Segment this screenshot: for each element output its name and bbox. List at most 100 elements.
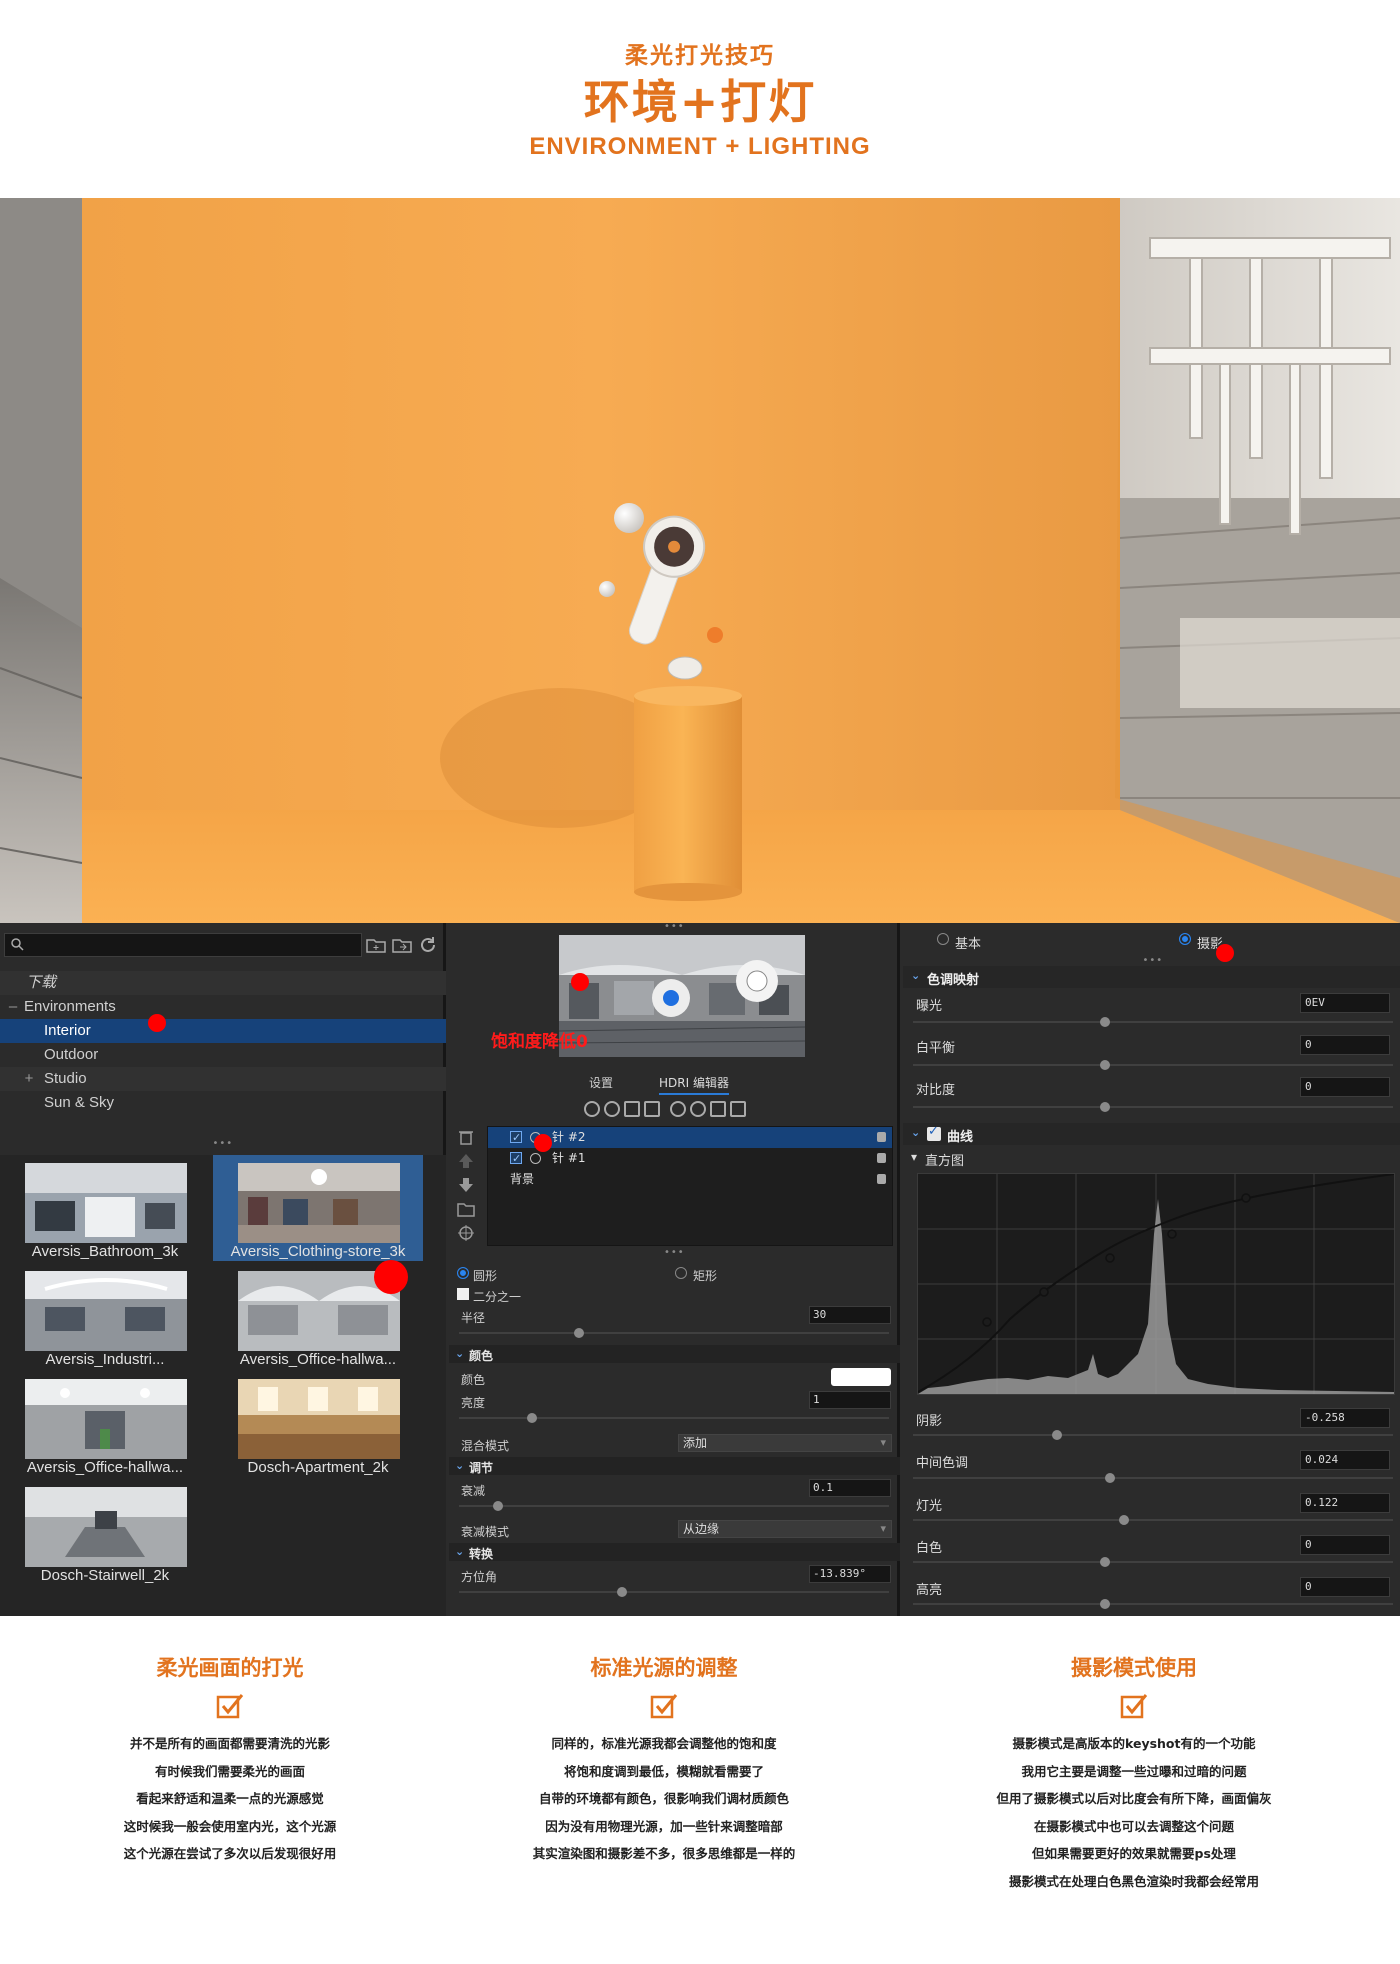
page-header: 柔光打光技巧 环境+打灯 ENVIRONMENT + LIGHTING bbox=[0, 0, 1400, 198]
section-curves[interactable]: ⌄ 曲线 bbox=[903, 1123, 1400, 1145]
sun-icon[interactable] bbox=[690, 1101, 706, 1117]
hdri-preview-image[interactable] bbox=[558, 935, 806, 1057]
section-transform[interactable]: ⌄ 转换 bbox=[449, 1543, 900, 1561]
falloff-input[interactable]: 0.1 bbox=[809, 1479, 891, 1497]
add-pin-icon[interactable] bbox=[584, 1101, 600, 1117]
thumbnail-item-selected[interactable]: Aversis_Clothing-store_3k bbox=[213, 1155, 423, 1261]
tab-settings[interactable]: 设置 bbox=[589, 1074, 613, 1091]
blend-mode-select[interactable]: 添加 bbox=[678, 1434, 892, 1452]
light-slider[interactable] bbox=[913, 1514, 1393, 1526]
midtones-slider[interactable] bbox=[913, 1472, 1393, 1484]
trash-icon[interactable] bbox=[457, 1128, 475, 1146]
expand-icon[interactable]: + bbox=[22, 1067, 36, 1091]
slider-track bbox=[459, 1332, 889, 1334]
slider-knob[interactable] bbox=[1100, 1557, 1110, 1567]
exposure-input[interactable]: 0EV bbox=[1300, 993, 1390, 1013]
falloff-mode-select[interactable]: 从边缘 bbox=[678, 1520, 892, 1538]
white-input[interactable]: 0 bbox=[1300, 1535, 1390, 1555]
target-icon[interactable] bbox=[457, 1224, 475, 1242]
search-input[interactable] bbox=[4, 933, 362, 957]
slider-knob[interactable] bbox=[1119, 1515, 1130, 1525]
rect-pin-icon[interactable] bbox=[624, 1101, 640, 1117]
thumbnail-item[interactable]: Dosch-Apartment_2k bbox=[213, 1371, 423, 1477]
half-checkbox[interactable] bbox=[457, 1288, 469, 1300]
pane-resize-grip[interactable]: ••• bbox=[664, 1248, 684, 1258]
visibility-checkbox[interactable] bbox=[510, 1148, 522, 1169]
white-balance-input[interactable]: 0 bbox=[1300, 1035, 1390, 1055]
slider-knob[interactable] bbox=[1100, 1102, 1110, 1112]
list-item[interactable]: 背景 bbox=[488, 1169, 892, 1190]
folder-add-icon[interactable] bbox=[366, 935, 386, 955]
pane-resize-grip[interactable]: ••• bbox=[213, 1139, 233, 1149]
brightness-slider[interactable] bbox=[459, 1412, 889, 1424]
thumbnail-item[interactable]: Aversis_Industri... bbox=[0, 1263, 210, 1369]
tree-item-environments[interactable]: – Environments bbox=[0, 995, 446, 1019]
thumbnail-item[interactable]: Dosch-Stairwell_2k bbox=[0, 1479, 210, 1585]
tree-item-outdoor[interactable]: Outdoor bbox=[0, 1043, 446, 1067]
highlight-slider[interactable] bbox=[913, 1598, 1393, 1610]
pin-icon[interactable] bbox=[604, 1101, 620, 1117]
slider-knob[interactable] bbox=[574, 1328, 585, 1338]
contrast-input[interactable]: 0 bbox=[1300, 1077, 1390, 1097]
section-color[interactable]: ⌄ 颜色 bbox=[449, 1345, 900, 1363]
radio-basic[interactable] bbox=[937, 933, 949, 945]
list-item[interactable]: 针 #1 bbox=[488, 1148, 892, 1169]
thumbnail-item[interactable]: Aversis_Office-hallwa... bbox=[0, 1371, 210, 1477]
midtones-input[interactable]: 0.024 bbox=[1300, 1450, 1390, 1470]
exposure-slider[interactable] bbox=[913, 1016, 1393, 1028]
slider-knob[interactable] bbox=[1100, 1017, 1110, 1027]
azimuth-slider[interactable] bbox=[459, 1586, 889, 1598]
tone-curve-graph[interactable] bbox=[917, 1173, 1395, 1395]
radio-rect[interactable] bbox=[675, 1267, 687, 1279]
highlight-input[interactable]: 0 bbox=[1300, 1577, 1390, 1597]
white-slider[interactable] bbox=[913, 1556, 1393, 1568]
move-down-icon[interactable] bbox=[457, 1176, 475, 1194]
lock-icon[interactable] bbox=[877, 1153, 886, 1163]
slider-knob[interactable] bbox=[1100, 1060, 1110, 1070]
azimuth-input[interactable]: -13.839° bbox=[809, 1565, 891, 1583]
slider-knob[interactable] bbox=[1104, 1473, 1115, 1483]
slider-knob[interactable] bbox=[617, 1587, 628, 1597]
tree-item-download[interactable]: 下载 bbox=[0, 971, 446, 995]
tree-item-studio[interactable]: + Studio bbox=[0, 1067, 446, 1091]
folder-icon[interactable] bbox=[457, 1200, 475, 1218]
thumbnail-item[interactable]: Aversis_Bathroom_3k bbox=[0, 1155, 210, 1261]
light-row: 灯光 0.122 bbox=[903, 1491, 1400, 1515]
section-adjust[interactable]: ⌄ 调节 bbox=[449, 1457, 900, 1475]
histogram-header[interactable]: ▾ 直方图 bbox=[903, 1146, 1400, 1169]
lock-icon[interactable] bbox=[877, 1132, 886, 1142]
pane-resize-grip[interactable]: ••• bbox=[1143, 956, 1163, 966]
tab-hdri-editor[interactable]: HDRI 编辑器 bbox=[659, 1074, 729, 1095]
slider-knob[interactable] bbox=[1100, 1599, 1110, 1609]
shadow-slider[interactable] bbox=[913, 1429, 1393, 1441]
image-pin-icon[interactable] bbox=[644, 1101, 660, 1117]
slider-knob[interactable] bbox=[527, 1413, 538, 1423]
move-up-icon[interactable] bbox=[457, 1152, 475, 1170]
save-icon[interactable] bbox=[710, 1101, 726, 1117]
visibility-checkbox[interactable] bbox=[510, 1127, 522, 1148]
falloff-slider[interactable] bbox=[459, 1500, 889, 1512]
brightness-input[interactable]: 1 bbox=[809, 1391, 891, 1409]
section-tone-mapping[interactable]: ⌄ 色调映射 bbox=[903, 966, 1400, 988]
lock-icon[interactable] bbox=[877, 1174, 886, 1184]
folder-import-icon[interactable] bbox=[392, 935, 412, 955]
tree-item-sun-sky[interactable]: Sun & Sky bbox=[0, 1091, 446, 1115]
contrast-slider[interactable] bbox=[913, 1101, 1393, 1113]
tree-item-interior[interactable]: Interior bbox=[0, 1019, 446, 1043]
radius-slider[interactable] bbox=[459, 1327, 889, 1339]
collapse-icon[interactable]: – bbox=[6, 995, 20, 1019]
white-balance-slider[interactable] bbox=[913, 1059, 1393, 1071]
refresh-icon[interactable] bbox=[418, 935, 438, 955]
folder-icon[interactable] bbox=[730, 1101, 746, 1117]
radius-input[interactable]: 30 bbox=[809, 1306, 891, 1324]
refresh-icon[interactable] bbox=[670, 1101, 686, 1117]
slider-knob[interactable] bbox=[1052, 1430, 1062, 1440]
slider-knob[interactable] bbox=[492, 1501, 503, 1511]
light-input[interactable]: 0.122 bbox=[1300, 1493, 1390, 1513]
color-swatch[interactable] bbox=[831, 1368, 891, 1386]
radio-photographic[interactable] bbox=[1179, 933, 1191, 945]
radio-circle[interactable] bbox=[457, 1267, 469, 1279]
pane-resize-grip[interactable]: ••• bbox=[664, 922, 684, 932]
shadow-input[interactable]: -0.258 bbox=[1300, 1408, 1390, 1428]
curves-checkbox[interactable] bbox=[927, 1124, 941, 1141]
